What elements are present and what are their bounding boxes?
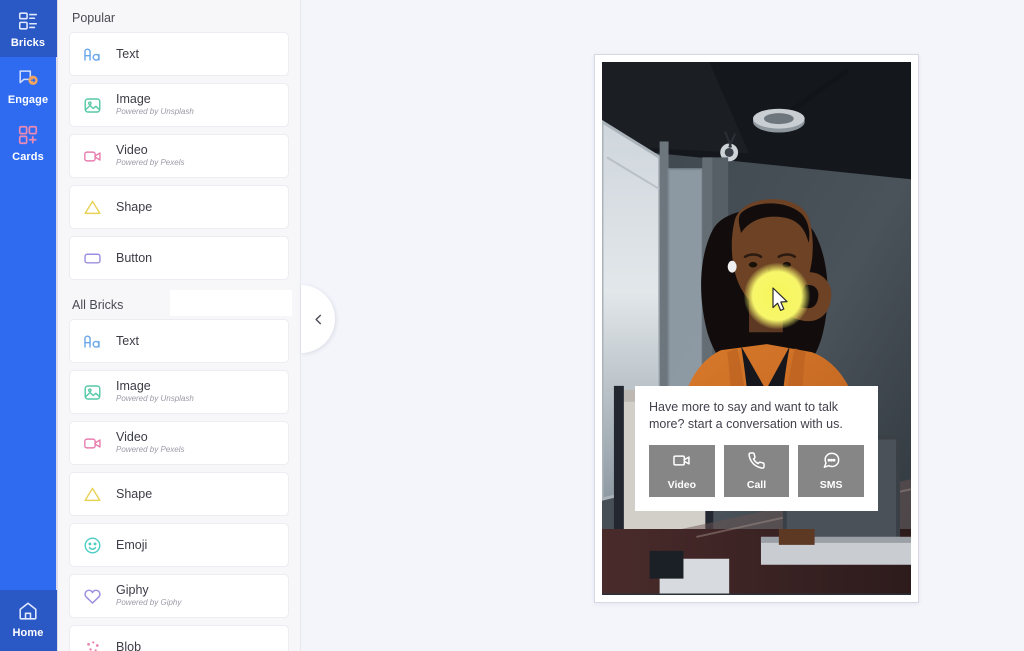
text-icon [83, 332, 102, 351]
brick-item-emoji-all[interactable]: Emoji [69, 523, 289, 567]
brick-item-image-popular[interactable]: Image Powered by Unsplash [69, 83, 289, 127]
blob-icon [83, 638, 102, 651]
left-nav-rail: Bricks Engage Cards Home [0, 0, 58, 651]
sidebar-item-engage-label: Engage [7, 94, 49, 106]
brick-title: Shape [116, 486, 153, 501]
shape-icon [83, 485, 102, 504]
brick-item-text-popular[interactable]: Text [69, 32, 289, 76]
phone-screen: Have more to say and want to talk more? … [602, 62, 911, 595]
brick-item-video-content: Video Powered by Pexels [116, 143, 184, 169]
brick-item-video-popular[interactable]: Video Powered by Pexels [69, 134, 289, 178]
brick-item-shape-content: Shape [116, 487, 152, 501]
home-icon [17, 600, 39, 622]
brick-item-text-content: Text [116, 334, 139, 348]
section-header-popular: Popular [69, 0, 289, 32]
brick-title: Emoji [116, 537, 148, 552]
brick-item-image-all[interactable]: Image Powered by Unsplash [69, 370, 289, 414]
brick-item-image-content: Image Powered by Unsplash [116, 379, 194, 405]
app-root: Bricks Engage Cards Home Popular Text Im… [0, 0, 1024, 651]
brick-item-button-content: Button [116, 251, 152, 265]
brick-title: Button [116, 250, 153, 265]
chat-bubble-icon [822, 451, 841, 475]
brick-title: Text [116, 333, 139, 348]
brick-item-emoji-content: Emoji [116, 538, 147, 552]
cta-call-label: Call [746, 479, 767, 491]
brick-item-video-all[interactable]: Video Powered by Pexels [69, 421, 289, 465]
text-icon [83, 45, 102, 64]
brick-title: Giphy [116, 583, 149, 598]
brick-item-blob-content: Blob [116, 640, 141, 651]
brick-item-giphy-all[interactable]: Giphy Powered by Giphy [69, 574, 289, 618]
chevron-left-icon [314, 314, 321, 324]
preview-photo [602, 62, 911, 594]
cta-video-button[interactable]: Video [649, 445, 715, 497]
emoji-icon [83, 536, 102, 555]
cta-video-label: Video [667, 479, 697, 491]
sidebar-item-home[interactable]: Home [0, 590, 57, 651]
cta-sms-button[interactable]: SMS [798, 445, 865, 497]
phone-preview-frame: Have more to say and want to talk more? … [594, 54, 919, 603]
cards-icon [17, 124, 39, 146]
brick-subtitle: Powered by Pexels [116, 445, 185, 455]
button-icon [83, 249, 102, 268]
brick-item-shape-content: Shape [116, 200, 152, 214]
giphy-icon [83, 587, 102, 606]
brick-subtitle: Powered by Pexels [116, 158, 185, 168]
bricks-panel-inner: Popular Text Image Powered by Unsplash V… [58, 0, 300, 651]
brick-item-text-content: Text [116, 47, 139, 61]
cta-button-row: Video Call SMS [649, 445, 865, 497]
image-icon [83, 383, 102, 402]
bricks-panel: Popular Text Image Powered by Unsplash V… [58, 0, 301, 651]
brick-subtitle: Powered by Unsplash [116, 394, 194, 404]
brick-item-video-content: Video Powered by Pexels [116, 430, 184, 456]
brick-subtitle: Powered by Giphy [116, 598, 182, 608]
section-header-all-bricks: All Bricks [69, 287, 292, 319]
cta-text: Have more to say and want to talk more? … [649, 399, 843, 432]
brick-subtitle: Powered by Unsplash [116, 107, 194, 117]
sidebar-item-bricks[interactable]: Bricks [0, 0, 57, 57]
brick-title: Blob [116, 639, 142, 651]
section-header-all-bricks-label: All Bricks [72, 298, 124, 312]
brick-title: Video [116, 430, 148, 445]
bricks-icon [17, 10, 39, 32]
image-icon [83, 96, 102, 115]
sidebar-item-home-label: Home [12, 627, 44, 639]
brick-title: Text [116, 46, 139, 61]
brick-item-shape-all[interactable]: Shape [69, 472, 289, 516]
video-camera-icon [672, 451, 691, 475]
sidebar-item-engage[interactable]: Engage [0, 57, 57, 114]
cta-sms-label: SMS [819, 479, 843, 491]
brick-title: Video [116, 143, 148, 158]
brick-item-shape-popular[interactable]: Shape [69, 185, 289, 229]
editor-canvas[interactable]: Have more to say and want to talk more? … [301, 0, 1024, 651]
video-icon [83, 147, 102, 166]
brick-title: Shape [116, 199, 153, 214]
phone-icon [747, 451, 766, 475]
video-icon [83, 434, 102, 453]
brick-item-giphy-content: Giphy Powered by Giphy [116, 583, 181, 609]
brick-title: Image [116, 92, 151, 107]
brick-item-image-content: Image Powered by Unsplash [116, 92, 194, 118]
sidebar-item-bricks-label: Bricks [10, 37, 46, 49]
sidebar-item-cards-label: Cards [12, 151, 44, 163]
brick-item-blob-all[interactable]: Blob [69, 625, 289, 651]
shape-icon [83, 198, 102, 217]
brick-item-text-all[interactable]: Text [69, 319, 289, 363]
sidebar-item-cards[interactable]: Cards [0, 114, 57, 171]
cta-call-button[interactable]: Call [723, 445, 790, 497]
cta-card: Have more to say and want to talk more? … [635, 385, 878, 511]
engage-icon [17, 67, 39, 89]
brick-item-button-popular[interactable]: Button [69, 236, 289, 280]
section-header-popular-label: Popular [72, 11, 116, 25]
brick-title: Image [116, 379, 151, 394]
